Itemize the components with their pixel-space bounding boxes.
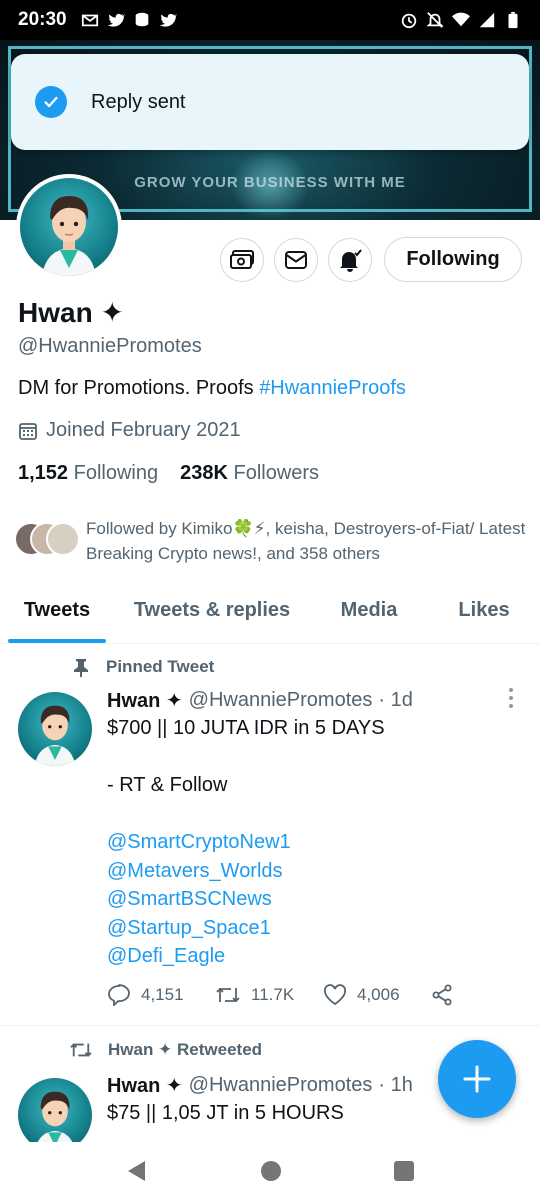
reply-action[interactable]: 4,151 — [107, 984, 215, 1006]
gmail-icon — [81, 14, 98, 27]
like-count: 4,006 — [357, 985, 400, 1004]
plus-icon — [463, 1065, 491, 1093]
followers-stat[interactable]: 238K Followers — [180, 462, 319, 485]
pinned-label-text: Pinned Tweet — [106, 657, 215, 676]
tweet-author-avatar[interactable] — [18, 1078, 92, 1152]
home-icon[interactable] — [260, 1160, 282, 1182]
notifications-button[interactable] — [328, 238, 372, 282]
tweet-author-name[interactable]: Hwan ✦ — [107, 1073, 183, 1098]
battery-icon — [508, 11, 518, 29]
tab-label: Tweets — [23, 599, 91, 621]
calendar-icon — [19, 422, 37, 440]
tweet-header: Hwan ✦ @HwanniePromotes · 1d — [107, 688, 413, 713]
compose-tweet-button[interactable] — [438, 1040, 516, 1118]
android-nav-bar — [0, 1142, 540, 1200]
profile-avatar[interactable] — [16, 174, 122, 280]
followers-count: 238K — [180, 462, 228, 484]
joined-text: Joined February 2021 — [46, 419, 241, 441]
bio-hashtag-link[interactable]: #HwannieProofs — [259, 377, 406, 399]
tweet-author-avatar[interactable] — [18, 692, 92, 766]
bell-check-icon — [340, 249, 362, 272]
bio-text: DM for Promotions. Proofs — [18, 377, 260, 399]
retweet-action[interactable]: 11.7K — [215, 984, 323, 1006]
tab-media[interactable]: Media — [310, 588, 428, 643]
more-options-icon[interactable] — [504, 688, 518, 710]
followed-by-text: Followed by Kimiko🍀⚡, keisha, Destroyers… — [86, 519, 526, 563]
followed-by-avatars — [14, 522, 80, 558]
recents-icon[interactable] — [393, 1160, 415, 1182]
tab-tweets-replies[interactable]: Tweets & replies — [114, 588, 310, 643]
like-action[interactable]: 4,006 — [323, 984, 431, 1006]
signal-icon — [479, 12, 495, 28]
follow-stats: 1,152 Following 238K Followers — [18, 462, 319, 485]
status-bar: 20:30 — [0, 0, 540, 40]
back-icon[interactable] — [125, 1159, 149, 1183]
followers-label: Followers — [233, 462, 320, 484]
tab-likes[interactable]: Likes — [428, 588, 540, 643]
tweet-mention[interactable]: @SmartCryptoNew1 — [107, 828, 385, 857]
tweet-mention[interactable]: @Startup_Space1 — [107, 914, 385, 943]
tweet-actions: 4,151 11.7K 4,006 — [107, 984, 453, 1006]
tweet-author-handle[interactable]: @HwanniePromotes — [189, 1074, 373, 1097]
twitter-icon — [159, 13, 177, 27]
reply-sent-toast: Reply sent — [11, 54, 529, 150]
retweet-icon — [70, 1043, 92, 1057]
tweet-body: $700 || 10 JUTA IDR in 5 DAYS - RT & Fol… — [107, 714, 385, 971]
reply-icon — [108, 984, 130, 1006]
followed-by-section[interactable]: Followed by Kimiko🍀⚡, keisha, Destroyers… — [14, 516, 526, 566]
tweet-line: $700 || 10 JUTA IDR in 5 DAYS — [107, 717, 385, 739]
alarm-icon — [401, 13, 417, 29]
avatar-image — [20, 178, 118, 276]
tweet-header: Hwan ✦ @HwanniePromotes · 1h — [107, 1073, 413, 1098]
tab-label: Likes — [458, 599, 510, 621]
pinned-tweet-label: Pinned Tweet — [72, 657, 214, 677]
twitter-icon — [107, 13, 125, 27]
share-icon — [432, 984, 452, 1006]
joined-date: Joined February 2021 — [18, 419, 241, 442]
following-label: Following — [73, 462, 159, 484]
tweet-line: - RT & Follow — [107, 774, 228, 796]
tweet-mention[interactable]: @Metavers_Worlds — [107, 857, 385, 886]
tab-tweets[interactable]: Tweets — [0, 588, 114, 643]
toast-message: Reply sent — [91, 90, 186, 113]
heart-icon — [323, 984, 347, 1006]
data-icon — [135, 12, 148, 27]
tweet-divider — [0, 1025, 540, 1026]
tab-label: Tweets & replies — [133, 599, 291, 621]
tweet-body: $75 || 1,05 JT in 5 HOURS — [107, 1102, 344, 1124]
retweet-count: 11.7K — [251, 985, 295, 1004]
envelope-icon — [285, 251, 307, 269]
money-icon — [230, 250, 254, 269]
retweeted-label-text: Hwan ✦ Retweeted — [108, 1040, 263, 1059]
profile-tabs: Tweets Tweets & replies Media Likes — [0, 588, 540, 644]
retweet-icon — [216, 987, 240, 1003]
tweet-mention[interactable]: @Defi_Eagle — [107, 942, 385, 971]
tab-active-indicator — [8, 639, 106, 643]
tweet-author-handle[interactable]: @HwanniePromotes — [189, 689, 373, 712]
tweet-author-name[interactable]: Hwan ✦ — [107, 688, 183, 713]
profile-name: Hwan ✦ — [18, 297, 124, 328]
reply-count: 4,151 — [141, 985, 184, 1004]
profile-handle: @HwanniePromotes — [18, 335, 202, 357]
status-time: 20:30 — [18, 9, 67, 30]
mute-icon — [426, 12, 444, 28]
message-button[interactable] — [274, 238, 318, 282]
pin-icon — [74, 659, 88, 677]
tweet-mention[interactable]: @SmartBSCNews — [107, 885, 385, 914]
tab-label: Media — [340, 599, 398, 621]
tweet-time: · 1d — [378, 689, 413, 711]
tip-jar-button[interactable] — [220, 238, 264, 282]
avatar — [46, 522, 80, 556]
following-count: 1,152 — [18, 462, 69, 484]
following-button[interactable]: Following — [384, 237, 522, 282]
retweeted-label: Hwan ✦ Retweeted — [68, 1040, 262, 1060]
wifi-icon — [452, 12, 470, 27]
following-stat[interactable]: 1,152 Following — [18, 462, 158, 485]
check-circle-icon — [35, 86, 67, 118]
profile-bio: DM for Promotions. Proofs #HwannieProofs — [18, 377, 406, 400]
tweet-time: · 1h — [378, 1074, 413, 1096]
share-action[interactable] — [431, 984, 453, 1006]
